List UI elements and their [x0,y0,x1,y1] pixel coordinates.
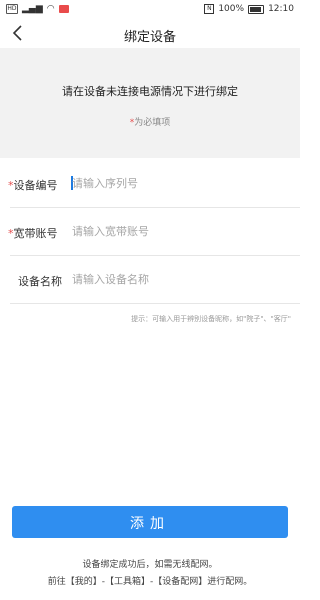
status-left-icons: HD ▂▄▆ ◠ [6,4,69,14]
required-note: *为必填项 [0,115,300,128]
device-name-row: 设备名称 [0,256,300,304]
device-id-label: *设备编号 [8,177,66,193]
broadband-row: *宽带账号 [0,208,300,256]
app-header: 绑定设备 [0,20,300,48]
notification-icon [58,5,69,13]
broadband-label-text: 宽带账号 [13,227,58,240]
required-note-text: 为必填项 [134,118,171,128]
battery-icon [248,4,265,14]
page-title: 绑定设备 [123,30,176,45]
battery-percent: 100% [218,4,245,14]
add-button[interactable]: 添加 [12,506,288,538]
footer-note-2: 前往【我的】-【工具箱】-【设备配网】进行配网。 [47,577,253,587]
broadband-input[interactable] [72,220,290,242]
device-name-label: 设备名称 [18,275,62,288]
status-time: 12:10 [268,4,294,14]
device-id-input[interactable] [72,172,290,194]
sim-icon: HD [6,4,18,14]
device-id-label-text: 设备编号 [13,179,58,192]
device-id-row: *设备编号 [0,160,300,208]
status-right-icons: N 100% 12:10 [204,4,294,14]
signal-icon: ▂▄▆ [22,4,43,14]
status-bar: HD ▂▄▆ ◠ N 100% 12:10 [0,0,300,20]
device-name-hint: 提示：可输入用于辨别设备昵称，如"院子"、"客厅" [131,315,291,323]
divider [10,303,300,304]
device-name-input[interactable] [72,268,290,290]
footer-note-1: 设备绑定成功后，如需无线配网。 [82,560,218,570]
broadband-label: *宽带账号 [8,225,66,241]
binding-notice: 请在设备未连接电源情况下进行绑定 [62,85,238,98]
notice-banner: 请在设备未连接电源情况下进行绑定 *为必填项 [0,48,300,158]
wifi-icon: ◠ [46,4,55,14]
nfc-icon: N [204,4,215,14]
